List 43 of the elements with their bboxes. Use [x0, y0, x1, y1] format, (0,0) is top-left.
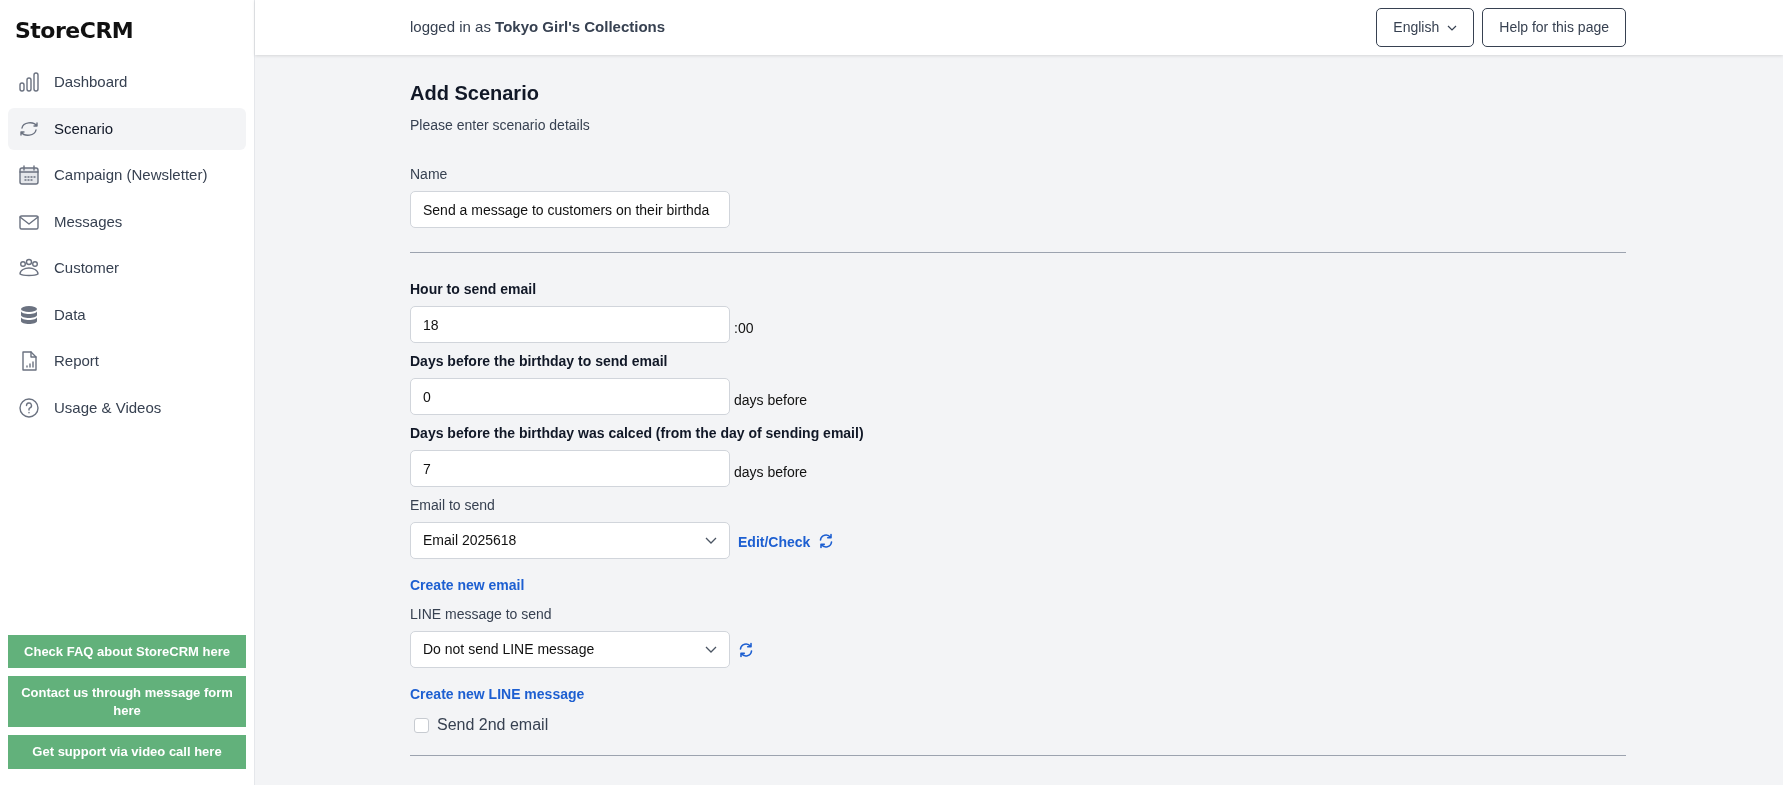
field-label: LINE message to send	[410, 605, 553, 624]
checkbox[interactable]	[414, 717, 429, 733]
nav-item[interactable]: Usage & Videos	[8, 386, 246, 429]
checkbox-label: Send 2nd email	[437, 715, 549, 735]
nav-item[interactable]: Scenario	[8, 107, 246, 150]
field-label: Days before the birthday to send email	[410, 352, 669, 371]
select-dropdown[interactable]: Do not send LINE message	[410, 631, 730, 668]
field-label: Email to send	[410, 496, 496, 515]
help-button[interactable]: Help for this page	[1482, 8, 1626, 47]
create-link[interactable]: Create new email	[410, 575, 525, 596]
field-label: Hour to send email	[410, 280, 538, 299]
refresh-icon[interactable]	[818, 532, 835, 549]
nav-item[interactable]: Customer	[8, 247, 246, 290]
page-title: Add Scenario	[410, 81, 540, 105]
name-input[interactable]: Send a message to customers on their birthda	[410, 191, 730, 228]
field-label: Days before the birthday was calced (from the day of sending email)	[410, 424, 865, 443]
nav-item[interactable]: Campaign (Newsletter)	[8, 154, 246, 197]
create-link[interactable]: Create new LINE message	[410, 684, 585, 705]
question-icon	[18, 396, 40, 419]
number-input[interactable]: 18	[410, 306, 730, 343]
number-input[interactable]: 0	[410, 378, 730, 415]
chevron-down-icon	[705, 537, 717, 544]
calendar-icon	[18, 164, 40, 187]
nav-item[interactable]: Dashboard	[8, 61, 246, 104]
nav-item[interactable]: Report	[8, 340, 246, 383]
edit-link[interactable]: Edit/Check	[738, 532, 811, 553]
chevron-down-icon	[1447, 24, 1458, 31]
bar-chart-icon	[18, 71, 40, 94]
refresh-icon[interactable]	[738, 641, 754, 658]
database-icon	[18, 303, 40, 326]
select-dropdown[interactable]: Email 2025618	[410, 522, 730, 559]
language-dropdown[interactable]: English	[1376, 8, 1475, 47]
app-logo: StoreCRM	[14, 17, 135, 45]
field-label: Name	[410, 165, 449, 184]
chevron-down-icon	[705, 646, 717, 653]
unit-text: :00	[734, 319, 754, 338]
page-subtitle: Please enter scenario details	[410, 116, 591, 135]
nav-item[interactable]: Data	[8, 293, 246, 336]
unit-text: days before	[734, 463, 808, 482]
nav-item[interactable]: Messages	[8, 200, 246, 243]
number-input[interactable]: 7	[410, 450, 730, 487]
unit-text: days before	[734, 391, 808, 410]
logged-in-text: logged in as Tokyo Girl's Collections	[410, 17, 666, 38]
